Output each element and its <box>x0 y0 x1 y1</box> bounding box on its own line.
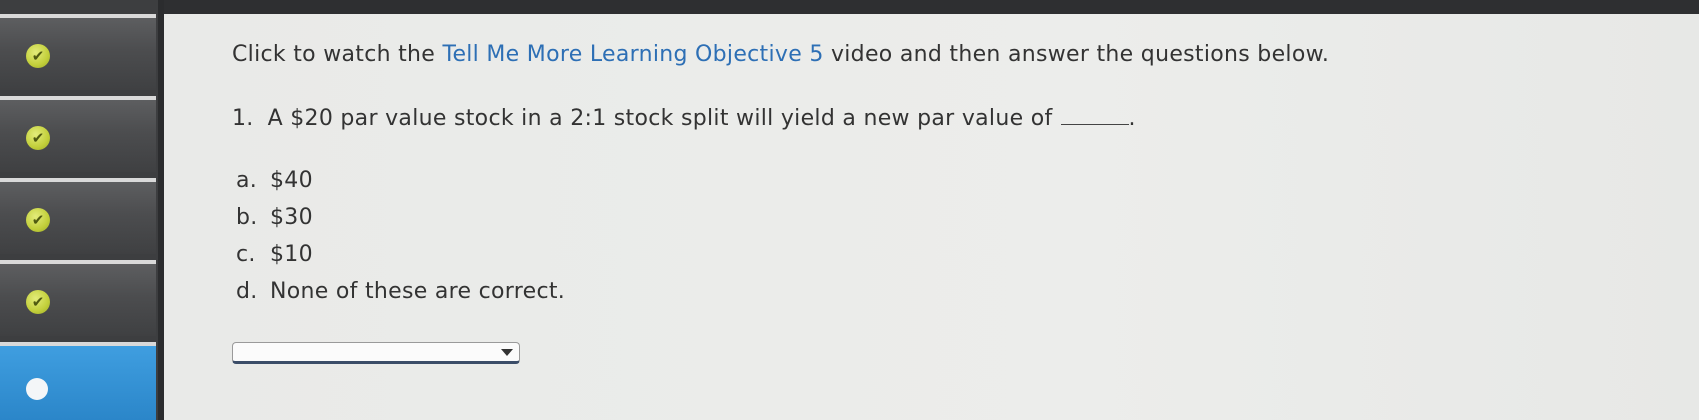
video-link[interactable]: Tell Me More Learning Objective 5 <box>442 42 823 67</box>
option-b: b. $30 <box>236 205 313 230</box>
answer-dropdown[interactable] <box>232 342 520 364</box>
instruction-text: Click to watch the Tell Me More Learning… <box>232 42 1330 67</box>
nav-item-1[interactable]: ✔ <box>0 14 156 90</box>
checkmark-icon: ✔ <box>26 208 50 232</box>
option-a: a. $40 <box>236 168 313 193</box>
answer-options: a. $40 b. $30 c. $10 d. None of these are co… <box>236 162 565 310</box>
checkmark-icon: ✔ <box>26 126 50 150</box>
nav-item-5-current[interactable] <box>0 342 156 420</box>
question-number: 1. <box>232 106 254 131</box>
top-bar <box>0 0 1699 14</box>
checkmark-icon: ✔ <box>26 44 50 68</box>
question-1: 1. A $20 par value stock in a 2:1 stock s… <box>232 106 1136 131</box>
nav-item-3[interactable]: ✔ <box>0 178 156 254</box>
checkmark-icon: ✔ <box>26 290 50 314</box>
answer-blank <box>1060 106 1129 125</box>
chevron-down-icon <box>501 349 513 356</box>
nav-item-2[interactable]: ✔ <box>0 96 156 172</box>
nav-item-4[interactable]: ✔ <box>0 260 156 336</box>
option-d: d. None of these are correct. <box>236 279 566 304</box>
question-panel: Click to watch the Tell Me More Learning… <box>164 14 1699 420</box>
question-nav-sidebar: ✔ ✔ ✔ ✔ <box>0 0 164 420</box>
option-c: c. $10 <box>236 242 313 267</box>
question-text: A $20 par value stock in a 2:1 stock spl… <box>267 106 1053 131</box>
dot-icon <box>26 378 48 400</box>
